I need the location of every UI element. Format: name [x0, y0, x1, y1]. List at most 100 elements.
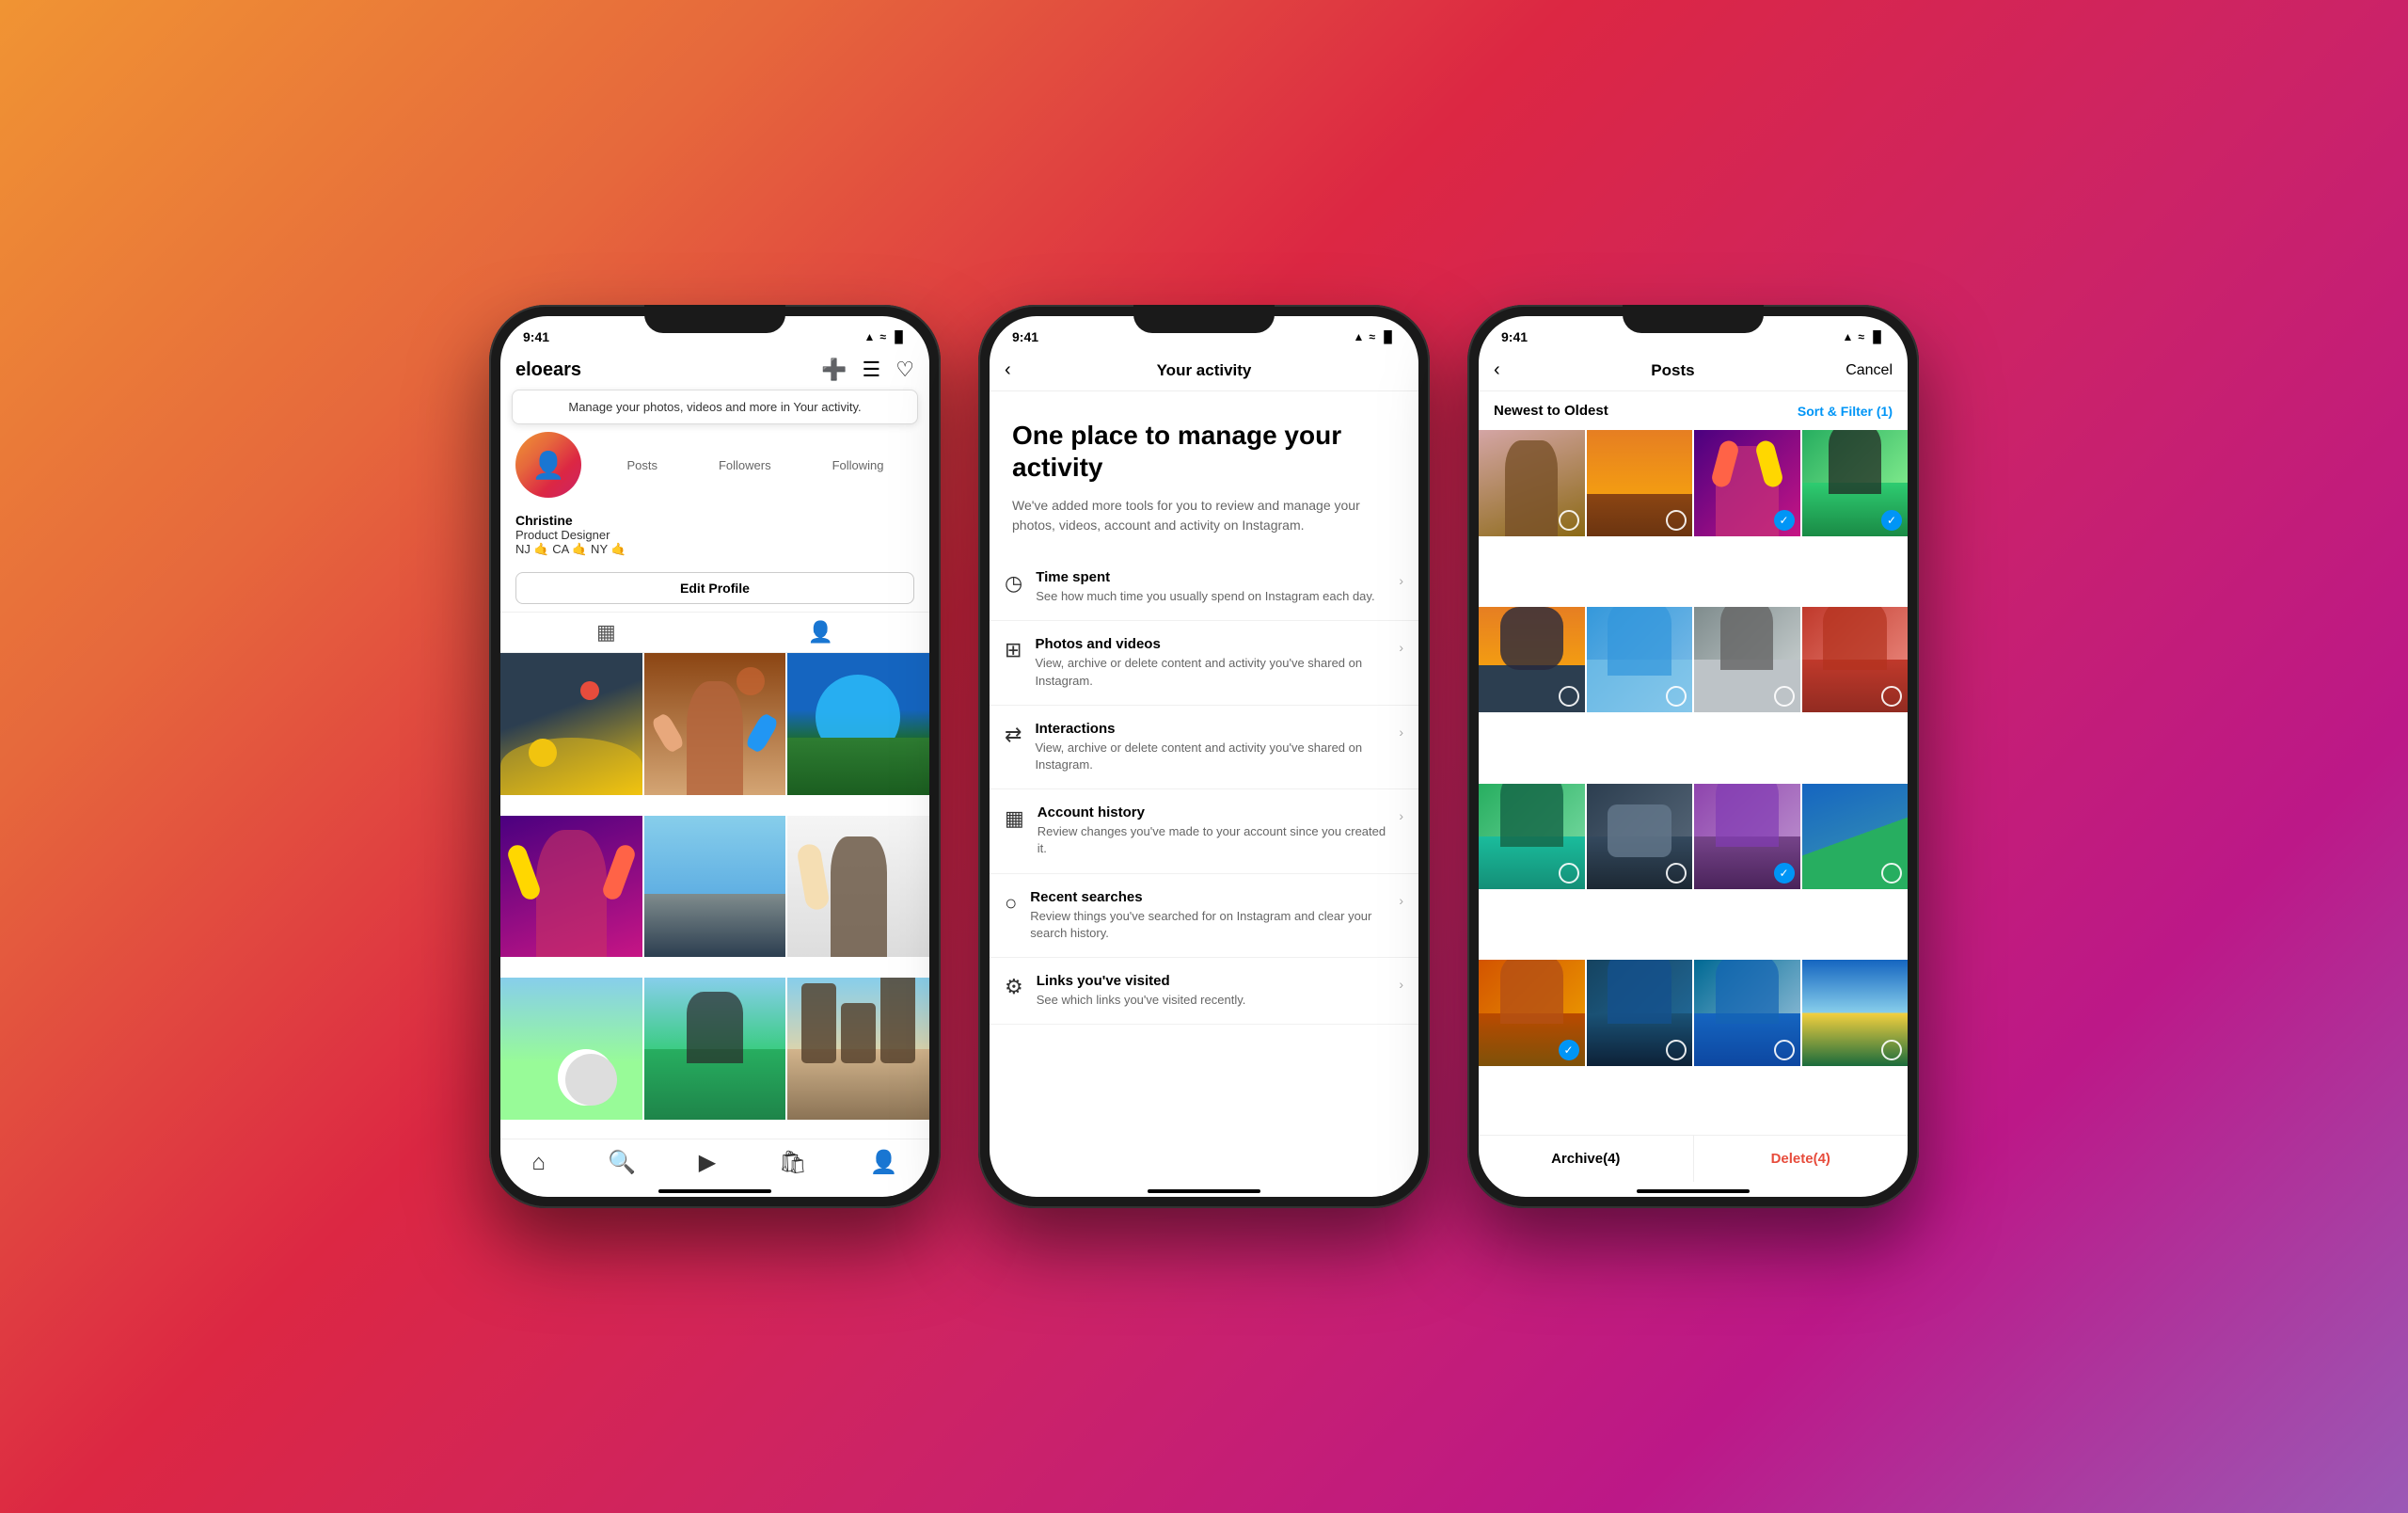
bottom-nav: ⌂ 🔍 ▶ 🛍 👤: [500, 1139, 929, 1182]
activity-screen-header: ‹ Your activity: [990, 350, 1418, 391]
select-circle-12[interactable]: [1881, 863, 1902, 884]
sort-filter-button[interactable]: Sort & Filter (1): [1798, 404, 1893, 419]
notch-3: [1623, 305, 1764, 333]
post-cell-1[interactable]: [1479, 430, 1585, 536]
posts-cancel-button[interactable]: Cancel: [1846, 362, 1893, 379]
select-circle-11[interactable]: ✓: [1774, 863, 1795, 884]
photos-videos-label: Photos and videos: [1035, 636, 1391, 652]
home-indicator-1: [658, 1189, 771, 1193]
select-circle-3[interactable]: ✓: [1774, 510, 1795, 531]
posts-grid: ✓ ✓: [1479, 430, 1908, 1135]
post-cell-12[interactable]: [1802, 784, 1909, 890]
select-circle-14[interactable]: [1666, 1040, 1687, 1060]
avatar-image: 👤: [532, 450, 565, 481]
shop-nav-icon[interactable]: 🛍: [779, 1149, 807, 1176]
activity-hero: One place to manage your activity We've …: [990, 391, 1418, 554]
post-cell-4[interactable]: ✓: [1802, 430, 1909, 536]
search-nav-icon[interactable]: 🔍: [608, 1149, 636, 1176]
archive-button[interactable]: Archive(4): [1479, 1136, 1694, 1182]
select-circle-16[interactable]: [1881, 1040, 1902, 1060]
calendar-icon: ▦: [1005, 806, 1024, 831]
activity-menu-list: ◷ Time spent See how much time you usual…: [990, 554, 1418, 1182]
time-1: 9:41: [523, 329, 549, 344]
select-circle-5[interactable]: [1559, 686, 1579, 707]
signal-icon-2: ▲: [1354, 330, 1365, 343]
battery-icon-3: ▐▌: [1869, 330, 1885, 343]
post-cell-9[interactable]: [1479, 784, 1585, 890]
photo-cell-3: [787, 653, 929, 795]
phone-2-activity: 9:41 ▲ ≈ ▐▌ ‹ Your activity One place to…: [978, 305, 1430, 1208]
post-cell-3[interactable]: ✓: [1694, 430, 1800, 536]
home-indicator-2: [1148, 1189, 1260, 1193]
tooltip-bubble: Manage your photos, videos and more in Y…: [512, 390, 918, 424]
add-icon[interactable]: ➕: [821, 358, 847, 382]
photo-cell-6: [787, 816, 929, 958]
links-visited-desc: See which links you've visited recently.: [1037, 992, 1392, 1009]
menu-item-photos-videos[interactable]: ⊞ Photos and videos View, archive or del…: [990, 621, 1418, 705]
home-nav-icon[interactable]: ⌂: [531, 1150, 546, 1176]
activity-back-button[interactable]: ‹: [1005, 359, 1033, 381]
menu-item-account-history[interactable]: ▦ Account history Review changes you've …: [990, 789, 1418, 873]
post-cell-14[interactable]: [1587, 960, 1693, 1066]
select-circle-13[interactable]: ✓: [1559, 1040, 1579, 1060]
delete-button[interactable]: Delete(4): [1694, 1136, 1909, 1182]
grid-tab-icon[interactable]: ▦: [596, 620, 616, 645]
select-circle-2[interactable]: [1666, 510, 1687, 531]
phone-1-profile: 9:41 ▲ ≈ ▐▌ eloears ➕ ☰ ♡ Manage your ph…: [489, 305, 941, 1208]
heart-icon[interactable]: ♡: [895, 358, 914, 382]
photo-cell-4: [500, 816, 642, 958]
interactions-icon: ⇄: [1005, 723, 1022, 747]
phone-3-posts: 9:41 ▲ ≈ ▐▌ ‹ Posts Cancel Newest to Old…: [1467, 305, 1919, 1208]
edit-profile-button[interactable]: Edit Profile: [515, 572, 914, 604]
post-cell-7[interactable]: [1694, 607, 1800, 713]
menu-item-time-spent[interactable]: ◷ Time spent See how much time you usual…: [990, 554, 1418, 621]
wifi-icon-3: ≈: [1858, 330, 1864, 343]
select-circle-1[interactable]: [1559, 510, 1579, 531]
select-circle-15[interactable]: [1774, 1040, 1795, 1060]
status-icons-2: ▲ ≈ ▐▌: [1354, 330, 1397, 343]
reels-nav-icon[interactable]: ▶: [699, 1149, 716, 1176]
interactions-desc: View, archive or delete content and acti…: [1035, 740, 1391, 773]
menu-item-recent-searches[interactable]: ○ Recent searches Review things you've s…: [990, 874, 1418, 958]
photo-cell-1: [500, 653, 642, 795]
bottom-actions: Archive(4) Delete(4): [1479, 1135, 1908, 1182]
photos-icon: ⊞: [1005, 638, 1022, 662]
posts-back-button[interactable]: ‹: [1494, 359, 1500, 381]
select-circle-7[interactable]: [1774, 686, 1795, 707]
post-cell-8[interactable]: [1802, 607, 1909, 713]
link-icon: ⚙: [1005, 975, 1023, 999]
tagged-tab-icon[interactable]: 👤: [808, 620, 833, 645]
menu-item-text-time: Time spent See how much time you usually…: [1036, 569, 1391, 605]
photo-5: [644, 816, 786, 958]
post-cell-16[interactable]: [1802, 960, 1909, 1066]
photo-grid-1: [500, 653, 929, 1139]
tab-icons: ▦ 👤: [500, 612, 929, 653]
avatar-stats-row: 👤 Posts Followers Following: [500, 432, 929, 505]
select-circle-4[interactable]: ✓: [1881, 510, 1902, 531]
photo-cell-9: [787, 978, 929, 1120]
post-cell-5[interactable]: [1479, 607, 1585, 713]
select-circle-10[interactable]: [1666, 863, 1687, 884]
profile-nav-icon[interactable]: 👤: [870, 1149, 898, 1176]
followers-stat: Followers: [719, 458, 771, 472]
menu-item-interactions[interactable]: ⇄ Interactions View, archive or delete c…: [990, 706, 1418, 789]
post-cell-6[interactable]: [1587, 607, 1693, 713]
links-visited-label: Links you've visited: [1037, 973, 1392, 989]
select-circle-9[interactable]: [1559, 863, 1579, 884]
post-cell-2[interactable]: [1587, 430, 1693, 536]
post-cell-11[interactable]: ✓: [1694, 784, 1800, 890]
photo-cell-8: [644, 978, 786, 1120]
photo-cell-5: [644, 816, 786, 958]
photos-chevron-icon: ›: [1399, 640, 1403, 655]
menu-icon[interactable]: ☰: [863, 358, 881, 382]
signal-icon-3: ▲: [1843, 330, 1854, 343]
signal-icon-1: ▲: [864, 330, 876, 343]
post-cell-13[interactable]: ✓: [1479, 960, 1585, 1066]
posts-stat: Posts: [626, 458, 657, 472]
profile-info: Christine Product Designer NJ 🤙 CA 🤙 NY …: [500, 505, 929, 565]
post-cell-10[interactable]: [1587, 784, 1693, 890]
wifi-icon-1: ≈: [879, 330, 886, 343]
photo-8: [644, 978, 786, 1120]
menu-item-links-visited[interactable]: ⚙ Links you've visited See which links y…: [990, 958, 1418, 1025]
post-cell-15[interactable]: [1694, 960, 1800, 1066]
